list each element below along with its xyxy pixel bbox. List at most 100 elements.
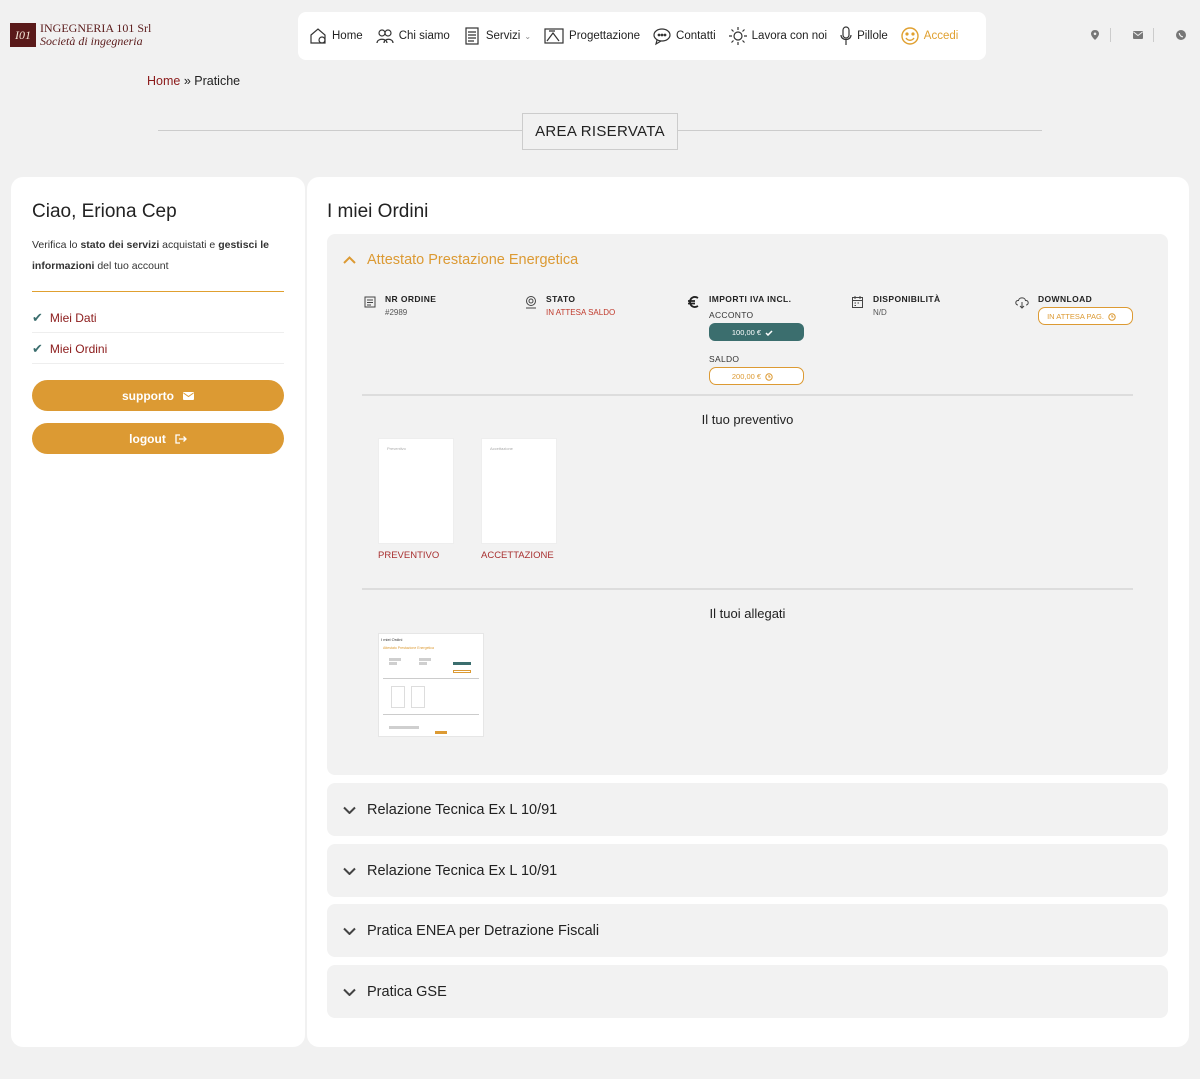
balance-pending-badge[interactable]: 200,00 € (709, 367, 804, 385)
nav-servizi-label: Servizi (485, 30, 521, 42)
amounts-field: IMPORTI IVA INCL. ACCONTO 100,00 € SALDO… (687, 294, 804, 385)
header-contact-icons (1068, 28, 1186, 42)
breadcrumb-separator: » (180, 74, 195, 88)
attachment-thumb-doc (391, 686, 405, 708)
order-accordion-closed[interactable]: Pratica ENEA per Detrazione Fiscali (327, 904, 1168, 957)
header-separator (1153, 28, 1154, 42)
location-icon[interactable] (1090, 30, 1100, 40)
order-number-value: #2989 (385, 308, 408, 317)
orders-title: I miei Ordini (327, 201, 429, 222)
gear-icon (728, 27, 747, 45)
blueprint-icon (544, 28, 564, 44)
nav-lavora-con-noi[interactable]: Lavora con noi (728, 26, 827, 46)
availability-field: DISPONIBILITÀ N/D (851, 294, 941, 317)
order-name: Relazione Tecnica Ex L 10/91 (367, 801, 558, 818)
status-label: STATO (546, 294, 576, 304)
nav-accedi[interactable]: Accedi (900, 26, 959, 46)
smiley-icon (901, 27, 919, 45)
breadcrumb-current: Pratiche (194, 74, 241, 88)
attachment-thumb-badge (453, 662, 471, 665)
cloud-download-icon (1015, 297, 1029, 309)
breadcrumb-home[interactable]: Home (147, 74, 180, 88)
acceptance-document-link[interactable]: ACCETTAZIONE (481, 550, 554, 561)
list-icon (465, 27, 479, 45)
microphone-icon (840, 26, 852, 45)
nav-home[interactable]: Home (308, 26, 363, 46)
order-accordion-closed[interactable]: Relazione Tecnica Ex L 10/91 (327, 783, 1168, 836)
chevron-up-icon (343, 256, 356, 264)
logout-button-label: logout (129, 431, 166, 446)
chevron-down-icon (343, 806, 356, 814)
logout-button[interactable]: logout (32, 423, 284, 454)
attachment-thumb-row (389, 658, 401, 661)
deposit-value: 100,00 € (731, 327, 762, 337)
order-icon (364, 296, 376, 308)
attachment-thumb-row (419, 662, 427, 665)
nav-servizi[interactable]: Servizi ⌄ (462, 26, 531, 46)
quote-section-title: Il tuo preventivo (701, 412, 794, 427)
breadcrumb: Home » Pratiche (147, 74, 240, 88)
support-button[interactable]: supporto (32, 380, 284, 411)
sidebar-item-miei-dati[interactable]: ✔ Miei Dati (32, 303, 284, 333)
logo-text: INGEGNERIA 101 Srl Società di ingegneria (40, 22, 151, 48)
order-accordion-closed[interactable]: Relazione Tecnica Ex L 10/91 (327, 844, 1168, 897)
sidebar-divider (32, 291, 284, 292)
orders-panel: I miei Ordini Attestato Prestazione Ener… (307, 177, 1189, 1047)
header-separator (1110, 28, 1111, 42)
chevron-down-icon (343, 927, 356, 935)
account-sidebar: Ciao, Eriona Cep Verifica lo stato dei s… (11, 177, 305, 1047)
order-number-label: NR ORDINE (385, 294, 437, 304)
thumbnail-text: Preventivo (387, 446, 406, 451)
whatsapp-icon[interactable] (1176, 30, 1186, 40)
amounts-label: IMPORTI IVA INCL. (709, 294, 792, 304)
chevron-down-icon (343, 988, 356, 996)
main-nav: Home Chi siamo Servizi ⌄ Progettazione C… (298, 12, 986, 60)
quote-document-link[interactable]: PREVENTIVO (378, 550, 439, 561)
euro-icon (688, 296, 699, 308)
order-accordion-closed[interactable]: Pratica GSE (327, 965, 1168, 1018)
intro-part: del tuo account (94, 260, 169, 272)
attachments-section-title: Il tuoi allegati (709, 606, 786, 621)
availability-value: N/D (873, 308, 887, 317)
attachment-thumb-badge (453, 670, 471, 673)
attachment-thumbnail[interactable]: I miei Ordini Attestato Prestazione Ener… (378, 633, 484, 737)
logo[interactable]: I01 INGEGNERIA 101 Srl Società di ingegn… (10, 22, 151, 48)
page-title: AREA RISERVATA (522, 113, 678, 150)
nav-progettazione[interactable]: Progettazione (543, 26, 640, 46)
order-name: Attestato Prestazione Energetica (367, 252, 579, 268)
mail-icon[interactable] (1133, 30, 1143, 40)
status-icon (526, 296, 536, 309)
check-icon (765, 329, 773, 336)
sidebar-item-miei-ordini[interactable]: ✔ Miei Ordini (32, 334, 284, 364)
nav-pillole[interactable]: Pillole (839, 26, 888, 46)
support-button-label: supporto (122, 388, 174, 403)
attachment-thumb-divider (383, 714, 479, 715)
check-icon: ✔ (32, 309, 43, 325)
order-name: Relazione Tecnica Ex L 10/91 (367, 862, 558, 879)
check-icon: ✔ (32, 340, 43, 356)
deposit-paid-badge: 100,00 € (709, 323, 804, 341)
status-value: IN ATTESA SALDO (546, 308, 616, 317)
sidebar-item-label: Miei Ordini (49, 341, 108, 356)
attachment-thumb-doc (411, 686, 425, 708)
attachment-thumb-row (389, 726, 419, 729)
order-number-field: NR ORDINE #2989 (363, 294, 436, 317)
download-label: DOWNLOAD (1038, 294, 1093, 304)
attachment-thumb-row (389, 662, 397, 665)
deposit-label: ACCONTO (709, 310, 754, 320)
availability-label: DISPONIBILITÀ (873, 294, 941, 304)
order-accordion-header[interactable]: Attestato Prestazione Energetica (343, 252, 578, 268)
nav-contatti[interactable]: Contatti (652, 26, 716, 46)
nav-accedi-label: Accedi (923, 30, 959, 42)
quote-document-thumbnail[interactable]: Preventivo (378, 438, 454, 544)
chevron-down-icon: ⌄ (524, 31, 532, 41)
order-name: Pratica ENEA per Detrazione Fiscali (367, 922, 600, 939)
download-pending-badge[interactable]: IN ATTESA PAG. (1038, 307, 1133, 325)
nav-pillole-label: Pillole (857, 30, 888, 42)
mail-icon (183, 391, 194, 400)
clock-icon (765, 372, 773, 381)
nav-chi-siamo[interactable]: Chi siamo (375, 26, 450, 46)
acceptance-document-thumbnail[interactable]: Accettazione (481, 438, 557, 544)
attachment-thumb-divider (383, 678, 479, 679)
sidebar-item-label: Miei Dati (49, 310, 97, 325)
